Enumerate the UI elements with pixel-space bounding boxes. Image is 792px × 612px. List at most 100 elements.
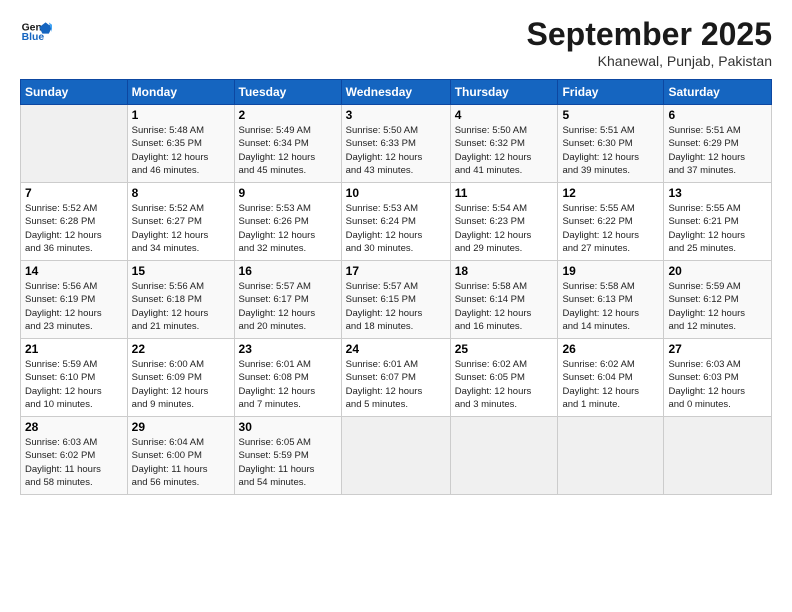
- calendar-cell: 15 Sunrise: 5:56 AM Sunset: 6:18 PM Dayli…: [127, 261, 234, 339]
- day-number: 29: [132, 420, 230, 434]
- calendar-cell: 18 Sunrise: 5:58 AM Sunset: 6:14 PM Dayli…: [450, 261, 558, 339]
- day-number: 15: [132, 264, 230, 278]
- day-info: Sunrise: 5:57 AM Sunset: 6:17 PM Dayligh…: [239, 280, 337, 333]
- day-number: 9: [239, 186, 337, 200]
- header-thursday: Thursday: [450, 80, 558, 105]
- day-number: 4: [455, 108, 554, 122]
- calendar-cell: 13 Sunrise: 5:55 AM Sunset: 6:21 PM Dayli…: [664, 183, 772, 261]
- svg-text:Blue: Blue: [22, 32, 45, 43]
- header-monday: Monday: [127, 80, 234, 105]
- header-wednesday: Wednesday: [341, 80, 450, 105]
- calendar-cell: [21, 105, 128, 183]
- day-info: Sunrise: 5:53 AM Sunset: 6:24 PM Dayligh…: [346, 202, 446, 255]
- week-row-5: 28Sunrise: 6:03 AM Sunset: 6:02 PM Dayli…: [21, 417, 772, 495]
- calendar-cell: 29Sunrise: 6:04 AM Sunset: 6:00 PM Dayli…: [127, 417, 234, 495]
- day-info: Sunrise: 5:55 AM Sunset: 6:21 PM Dayligh…: [668, 202, 767, 255]
- header-friday: Friday: [558, 80, 664, 105]
- day-info: Sunrise: 5:59 AM Sunset: 6:10 PM Dayligh…: [25, 358, 123, 411]
- location-subtitle: Khanewal, Punjab, Pakistan: [527, 53, 772, 69]
- calendar-cell: [341, 417, 450, 495]
- day-info: Sunrise: 5:49 AM Sunset: 6:34 PM Dayligh…: [239, 124, 337, 177]
- day-info: Sunrise: 6:01 AM Sunset: 6:07 PM Dayligh…: [346, 358, 446, 411]
- calendar-cell: 11Sunrise: 5:54 AM Sunset: 6:23 PM Dayli…: [450, 183, 558, 261]
- week-row-3: 14Sunrise: 5:56 AM Sunset: 6:19 PM Dayli…: [21, 261, 772, 339]
- day-number: 30: [239, 420, 337, 434]
- header-sunday: Sunday: [21, 80, 128, 105]
- calendar-cell: 23Sunrise: 6:01 AM Sunset: 6:08 PM Dayli…: [234, 339, 341, 417]
- day-info: Sunrise: 5:52 AM Sunset: 6:27 PM Dayligh…: [132, 202, 230, 255]
- day-number: 25: [455, 342, 554, 356]
- day-number: 14: [25, 264, 123, 278]
- month-title: September 2025: [527, 16, 772, 53]
- page-header: General Blue September 2025 Khanewal, Pu…: [20, 16, 772, 69]
- day-number: 6: [668, 108, 767, 122]
- header-saturday: Saturday: [664, 80, 772, 105]
- day-number: 3: [346, 108, 446, 122]
- day-number: 13: [668, 186, 767, 200]
- calendar-cell: [558, 417, 664, 495]
- calendar-cell: 26 Sunrise: 6:02 AM Sunset: 6:04 PM Dayli…: [558, 339, 664, 417]
- calendar-cell: 9 Sunrise: 5:53 AM Sunset: 6:26 PM Daylig…: [234, 183, 341, 261]
- calendar-cell: 8 Sunrise: 5:52 AM Sunset: 6:27 PM Daylig…: [127, 183, 234, 261]
- day-info: Sunrise: 5:58 AM Sunset: 6:13 PM Dayligh…: [562, 280, 659, 333]
- day-number: 20: [668, 264, 767, 278]
- day-info: Sunrise: 6:02 AM Sunset: 6:05 PM Dayligh…: [455, 358, 554, 411]
- calendar-cell: 3 Sunrise: 5:50 AM Sunset: 6:33 PM Daylig…: [341, 105, 450, 183]
- calendar-cell: 21 Sunrise: 5:59 AM Sunset: 6:10 PM Dayli…: [21, 339, 128, 417]
- day-number: 17: [346, 264, 446, 278]
- calendar-cell: 10 Sunrise: 5:53 AM Sunset: 6:24 PM Dayli…: [341, 183, 450, 261]
- calendar-cell: 12Sunrise: 5:55 AM Sunset: 6:22 PM Dayli…: [558, 183, 664, 261]
- day-info: Sunrise: 5:57 AM Sunset: 6:15 PM Dayligh…: [346, 280, 446, 333]
- day-number: 27: [668, 342, 767, 356]
- day-number: 28: [25, 420, 123, 434]
- day-number: 18: [455, 264, 554, 278]
- calendar-cell: [450, 417, 558, 495]
- week-row-1: 1 Sunrise: 5:48 AM Sunset: 6:35 PM Daylig…: [21, 105, 772, 183]
- calendar-cell: 28Sunrise: 6:03 AM Sunset: 6:02 PM Dayli…: [21, 417, 128, 495]
- day-number: 26: [562, 342, 659, 356]
- logo-icon: General Blue: [20, 16, 52, 48]
- day-info: Sunrise: 5:52 AM Sunset: 6:28 PM Dayligh…: [25, 202, 123, 255]
- calendar-cell: 1 Sunrise: 5:48 AM Sunset: 6:35 PM Daylig…: [127, 105, 234, 183]
- calendar-cell: 6 Sunrise: 5:51 AM Sunset: 6:29 PM Daylig…: [664, 105, 772, 183]
- calendar-cell: 2Sunrise: 5:49 AM Sunset: 6:34 PM Daylig…: [234, 105, 341, 183]
- day-info: Sunrise: 5:50 AM Sunset: 6:33 PM Dayligh…: [346, 124, 446, 177]
- day-number: 24: [346, 342, 446, 356]
- title-block: September 2025 Khanewal, Punjab, Pakista…: [527, 16, 772, 69]
- day-number: 19: [562, 264, 659, 278]
- logo: General Blue: [20, 16, 52, 48]
- day-number: 10: [346, 186, 446, 200]
- week-row-2: 7 Sunrise: 5:52 AM Sunset: 6:28 PM Daylig…: [21, 183, 772, 261]
- day-number: 21: [25, 342, 123, 356]
- calendar-cell: 25 Sunrise: 6:02 AM Sunset: 6:05 PM Dayli…: [450, 339, 558, 417]
- calendar-cell: 14Sunrise: 5:56 AM Sunset: 6:19 PM Dayli…: [21, 261, 128, 339]
- day-info: Sunrise: 6:01 AM Sunset: 6:08 PM Dayligh…: [239, 358, 337, 411]
- day-info: Sunrise: 5:58 AM Sunset: 6:14 PM Dayligh…: [455, 280, 554, 333]
- day-info: Sunrise: 5:53 AM Sunset: 6:26 PM Dayligh…: [239, 202, 337, 255]
- day-number: 7: [25, 186, 123, 200]
- day-number: 22: [132, 342, 230, 356]
- day-info: Sunrise: 5:51 AM Sunset: 6:29 PM Dayligh…: [668, 124, 767, 177]
- calendar-cell: 7 Sunrise: 5:52 AM Sunset: 6:28 PM Daylig…: [21, 183, 128, 261]
- day-info: Sunrise: 5:56 AM Sunset: 6:18 PM Dayligh…: [132, 280, 230, 333]
- calendar-cell: 17 Sunrise: 5:57 AM Sunset: 6:15 PM Dayli…: [341, 261, 450, 339]
- day-number: 8: [132, 186, 230, 200]
- calendar-cell: 19 Sunrise: 5:58 AM Sunset: 6:13 PM Dayli…: [558, 261, 664, 339]
- calendar-cell: 20 Sunrise: 5:59 AM Sunset: 6:12 PM Dayli…: [664, 261, 772, 339]
- day-info: Sunrise: 5:59 AM Sunset: 6:12 PM Dayligh…: [668, 280, 767, 333]
- calendar-header-row: Sunday Monday Tuesday Wednesday Thursday…: [21, 80, 772, 105]
- calendar-cell: 5Sunrise: 5:51 AM Sunset: 6:30 PM Daylig…: [558, 105, 664, 183]
- week-row-4: 21 Sunrise: 5:59 AM Sunset: 6:10 PM Dayli…: [21, 339, 772, 417]
- day-info: Sunrise: 5:50 AM Sunset: 6:32 PM Dayligh…: [455, 124, 554, 177]
- day-number: 16: [239, 264, 337, 278]
- day-info: Sunrise: 6:00 AM Sunset: 6:09 PM Dayligh…: [132, 358, 230, 411]
- header-tuesday: Tuesday: [234, 80, 341, 105]
- day-info: Sunrise: 5:51 AM Sunset: 6:30 PM Dayligh…: [562, 124, 659, 177]
- calendar-cell: 22 Sunrise: 6:00 AM Sunset: 6:09 PM Dayli…: [127, 339, 234, 417]
- day-info: Sunrise: 6:03 AM Sunset: 6:03 PM Dayligh…: [668, 358, 767, 411]
- day-number: 1: [132, 108, 230, 122]
- day-info: Sunrise: 6:05 AM Sunset: 5:59 PM Dayligh…: [239, 436, 337, 489]
- day-info: Sunrise: 5:55 AM Sunset: 6:22 PM Dayligh…: [562, 202, 659, 255]
- day-info: Sunrise: 6:02 AM Sunset: 6:04 PM Dayligh…: [562, 358, 659, 411]
- day-info: Sunrise: 5:48 AM Sunset: 6:35 PM Dayligh…: [132, 124, 230, 177]
